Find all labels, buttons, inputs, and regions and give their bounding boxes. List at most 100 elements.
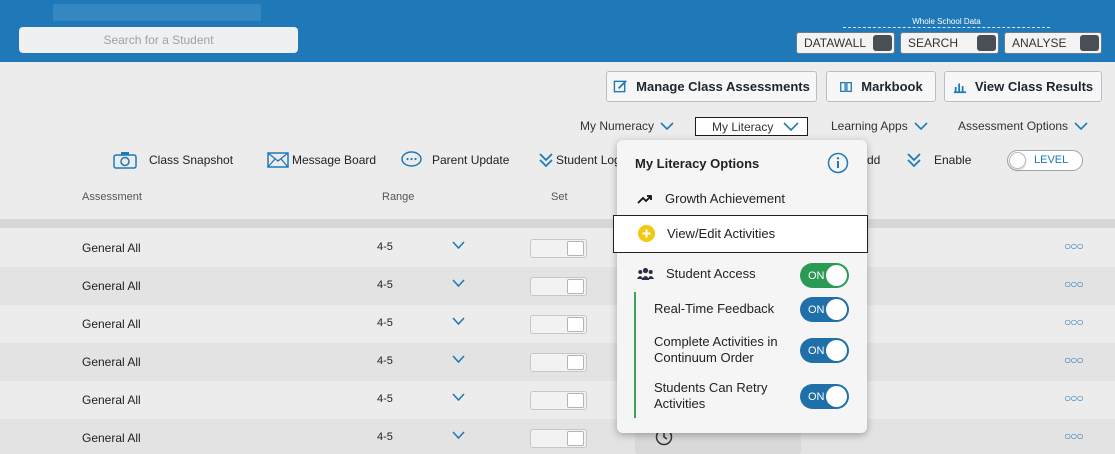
markbook-button[interactable]: Markbook — [826, 71, 936, 102]
analyse-label: ANALYSE — [1012, 36, 1067, 50]
switch-knob — [567, 431, 584, 446]
level-toggle[interactable]: LEVEL — [1007, 150, 1083, 171]
table-row: General All 4-5 ○○○ — [0, 419, 1115, 454]
enable-label: Enable — [934, 153, 972, 167]
set-switch[interactable] — [530, 429, 587, 448]
chevron-down-icon[interactable] — [452, 317, 465, 326]
enable-action[interactable]: Enable — [907, 150, 971, 170]
student-search-input[interactable] — [19, 27, 298, 53]
view-edit-activities-item[interactable]: View/Edit Activities — [613, 215, 868, 253]
complete-activities-label: Complete Activities in Continuum Order — [654, 334, 778, 366]
assessment-options-dropdown[interactable]: Assessment Options — [958, 117, 1088, 135]
markbook-label: Markbook — [861, 79, 923, 94]
range-cell: 4-5 — [377, 355, 393, 367]
more-options-icon[interactable]: ○○○ — [1064, 315, 1084, 329]
chevron-down-icon[interactable] — [452, 393, 465, 402]
more-options-icon[interactable]: ○○○ — [1064, 353, 1084, 367]
table-row: General All 4-5 ○○○ — [0, 267, 1115, 305]
set-switch[interactable] — [530, 391, 587, 410]
set-switch[interactable] — [530, 315, 587, 334]
analyse-button[interactable]: ANALYSE — [1004, 32, 1102, 54]
add-label: dd — [867, 153, 881, 167]
set-switch[interactable] — [530, 353, 587, 372]
chevron-down-icon[interactable] — [452, 279, 465, 288]
toggle-on-label: ON — [808, 391, 825, 403]
complete-activities-line2: Continuum Order — [654, 350, 754, 365]
range-cell: 4-5 — [377, 431, 393, 443]
switch-knob — [567, 317, 584, 332]
toggle-on-label: ON — [808, 304, 825, 316]
student-log-label: Student Log — [556, 153, 621, 167]
level-label: LEVEL — [1034, 154, 1069, 166]
growth-achievement-item[interactable]: Growth Achievement — [637, 191, 785, 206]
more-options-icon[interactable]: ○○○ — [1064, 429, 1084, 443]
school-name-bar — [53, 4, 261, 21]
column-header-set: Set — [551, 191, 568, 203]
column-header-range: Range — [382, 191, 415, 203]
manage-class-assessments-button[interactable]: Manage Class Assessments — [606, 71, 817, 102]
toggle-knob — [826, 299, 847, 320]
top-header: Whole School Data DATAWALL SEARCH ANALYS… — [0, 0, 1115, 62]
column-header-assessment: Assessment — [82, 191, 142, 203]
search-label: SEARCH — [908, 36, 959, 50]
table-row: General All 4-5 ○○○ — [0, 381, 1115, 419]
more-options-icon[interactable]: ○○○ — [1064, 239, 1084, 253]
toggle-knob — [826, 340, 847, 361]
more-options-icon[interactable]: ○○○ — [1064, 277, 1084, 291]
my-literacy-dropdown[interactable]: My Literacy — [695, 117, 808, 136]
table-row: General All 4-5 ○○○ — [0, 229, 1115, 267]
range-cell: 4-5 — [377, 241, 393, 253]
complete-activities-line1: Complete Activities in — [654, 334, 778, 349]
my-numeracy-dropdown[interactable]: My Numeracy — [580, 117, 674, 135]
chevron-down-icon — [783, 121, 799, 131]
set-switch[interactable] — [530, 239, 587, 258]
analyse-toggle[interactable] — [1080, 35, 1099, 51]
students-can-retry-toggle[interactable]: ON — [800, 384, 849, 409]
header-divider — [0, 219, 1115, 228]
class-snapshot-action[interactable]: Class Snapshot — [113, 150, 233, 170]
search-toggle[interactable] — [977, 35, 996, 51]
students-can-retry-label: Students Can Retry Activities — [654, 380, 767, 412]
trend-up-icon — [637, 194, 652, 204]
search-button[interactable]: SEARCH — [900, 32, 999, 54]
level-toggle-knob — [1009, 152, 1026, 169]
student-access-toggle[interactable]: ON — [800, 263, 849, 288]
book-icon — [840, 81, 853, 92]
table-row: General All 4-5 ○○○ — [0, 305, 1115, 343]
learning-apps-dropdown[interactable]: Learning Apps — [831, 117, 928, 135]
more-options-icon[interactable]: ○○○ — [1064, 391, 1084, 405]
popup-title: My Literacy Options — [635, 156, 760, 171]
double-chevron-down-icon — [539, 153, 553, 168]
datawall-label: DATAWALL — [804, 36, 867, 50]
whole-school-label: Whole School Data — [843, 17, 1050, 28]
chevron-down-icon[interactable] — [452, 431, 465, 440]
chevron-down-icon[interactable] — [452, 241, 465, 250]
assessment-options-label: Assessment Options — [958, 119, 1069, 133]
message-board-action[interactable]: Message Board — [267, 150, 376, 170]
toggle-on-label: ON — [808, 345, 825, 357]
datawall-toggle[interactable] — [873, 35, 892, 51]
info-icon[interactable] — [827, 152, 849, 174]
real-time-feedback-toggle[interactable]: ON — [800, 297, 849, 322]
toggle-knob — [826, 386, 847, 407]
view-class-results-button[interactable]: View Class Results — [944, 71, 1102, 102]
chevron-down-icon[interactable] — [452, 355, 465, 364]
switch-knob — [567, 393, 584, 408]
student-access-label: Student Access — [666, 266, 756, 281]
assessment-cell: General All — [82, 393, 141, 407]
chevron-down-icon — [914, 121, 928, 130]
set-switch[interactable] — [530, 277, 587, 296]
bar-chart-icon — [953, 83, 966, 93]
toggle-on-label: ON — [808, 270, 825, 282]
parent-update-action[interactable]: Parent Update — [401, 150, 509, 170]
message-board-label: Message Board — [292, 153, 377, 167]
student-log-action[interactable]: Student Log — [539, 150, 621, 170]
camera-icon — [113, 152, 137, 169]
plus-circle-icon — [638, 225, 655, 242]
datawall-button[interactable]: DATAWALL — [796, 32, 895, 54]
continuum-order-toggle[interactable]: ON — [800, 338, 849, 363]
learning-apps-label: Learning Apps — [831, 119, 908, 133]
add-action[interactable]: dd — [867, 150, 880, 170]
my-literacy-options-popup: My Literacy Options Growth Achievement V… — [613, 140, 868, 433]
chevron-down-icon — [660, 121, 674, 130]
